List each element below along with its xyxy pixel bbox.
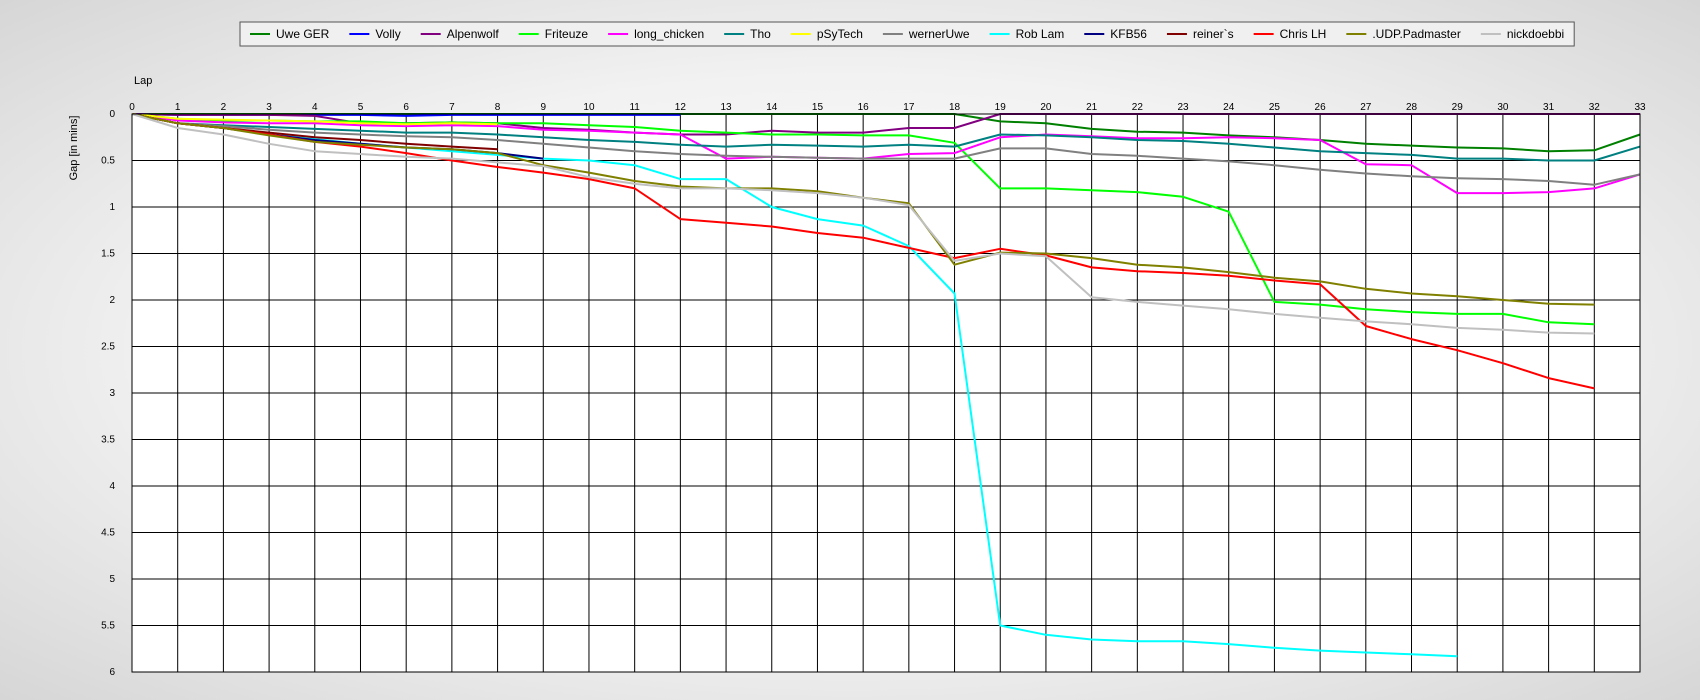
x-tick-label: 23 xyxy=(1177,102,1189,113)
y-tick-label: 3 xyxy=(109,388,115,399)
legend-label-reiner-s: reiner`s xyxy=(1193,27,1234,41)
x-tick-label: 13 xyxy=(720,102,732,113)
legend-label-udp-padmaster: .UDP.Padmaster xyxy=(1372,27,1460,41)
legend-label-long-chicken: long_chicken xyxy=(634,27,704,41)
x-tick-label: 14 xyxy=(766,102,778,113)
legend-label-friteuze: Friteuze xyxy=(545,27,589,41)
x-tick-label: 22 xyxy=(1132,102,1144,113)
x-tick-label: 2 xyxy=(221,102,227,113)
x-tick-label: 30 xyxy=(1497,102,1509,113)
legend: Uwe GER Volly Alpenwolf Friteuze long_chicke… xyxy=(239,21,1575,47)
legend-label-kfb56: KFB56 xyxy=(1110,27,1147,41)
x-tick-label: 26 xyxy=(1315,102,1327,113)
x-tick-label: 31 xyxy=(1543,102,1555,113)
x-tick-label: 8 xyxy=(495,102,501,113)
legend-label-tho: Tho xyxy=(750,27,771,41)
x-tick-label: 1 xyxy=(175,102,181,113)
x-tick-label: 17 xyxy=(903,102,915,113)
legend-label-rob-lam: Rob Lam xyxy=(1016,27,1065,41)
x-tick-label: 33 xyxy=(1634,102,1646,113)
x-tick-label: 15 xyxy=(812,102,824,113)
legend-label-uwe-ger: Uwe GER xyxy=(276,27,330,41)
x-tick-label: 24 xyxy=(1223,102,1235,113)
y-tick-label: 1 xyxy=(109,202,115,213)
legend-label-volly: Volly xyxy=(375,27,400,41)
x-tick-label: 4 xyxy=(312,102,318,113)
x-tick-label: 25 xyxy=(1269,102,1281,113)
x-tick-label: 9 xyxy=(540,102,546,113)
y-tick-label: 6 xyxy=(109,667,115,678)
y-tick-label: 5.5 xyxy=(101,621,115,632)
x-tick-label: 21 xyxy=(1086,102,1098,113)
legend-label-werneruwe: wernerUwe xyxy=(908,27,970,41)
y-tick-label: 1.5 xyxy=(101,249,115,260)
x-tick-label: 3 xyxy=(266,102,272,113)
x-tick-label: 7 xyxy=(449,102,455,113)
y-axis-title: Gap [in mins] xyxy=(68,116,80,181)
x-tick-label: 20 xyxy=(1040,102,1052,113)
x-tick-label: 18 xyxy=(949,102,961,113)
y-tick-label: 4.5 xyxy=(101,528,115,539)
x-tick-label: 29 xyxy=(1452,102,1464,113)
legend-label-alpenwolf: Alpenwolf xyxy=(447,27,500,41)
x-tick-labels: 0 1 2 3 4 5 6 7 8 9 10 11 12 13 14 15 16 17 18 19 20 21 22 23 24… xyxy=(129,102,1646,113)
y-tick-label: 2.5 xyxy=(101,342,115,353)
y-tick-label: 0.5 xyxy=(101,156,115,167)
y-tick-label: 5 xyxy=(109,574,115,585)
legend-label-nickdoebbi: nickdoebbi xyxy=(1507,27,1564,41)
legend-label-chris-lh: Chris LH xyxy=(1280,27,1327,41)
x-axis-title: Lap xyxy=(134,75,152,87)
gap-chart: Uwe GER Volly Alpenwolf Friteuze long_chicke… xyxy=(68,21,1646,678)
x-tick-label: 16 xyxy=(858,102,870,113)
x-tick-label: 32 xyxy=(1589,102,1601,113)
x-tick-label: 0 xyxy=(129,102,135,113)
y-tick-label: 3.5 xyxy=(101,435,115,446)
x-tick-label: 27 xyxy=(1360,102,1372,113)
x-tick-label: 6 xyxy=(403,102,409,113)
x-tick-label: 11 xyxy=(629,102,640,113)
x-tick-label: 10 xyxy=(583,102,595,113)
y-tick-label: 2 xyxy=(109,295,115,306)
legend-label-psytech: pSyTech xyxy=(817,27,863,41)
x-tick-label: 5 xyxy=(358,102,364,113)
y-tick-label: 4 xyxy=(109,481,115,492)
y-tick-labels: 0 0.5 1 1.5 2 2.5 3 3.5 4 4.5 5 5.5 6 xyxy=(101,109,115,678)
x-tick-label: 12 xyxy=(675,102,687,113)
x-tick-label: 19 xyxy=(995,102,1007,113)
y-tick-label: 0 xyxy=(109,109,115,120)
x-tick-label: 28 xyxy=(1406,102,1418,113)
